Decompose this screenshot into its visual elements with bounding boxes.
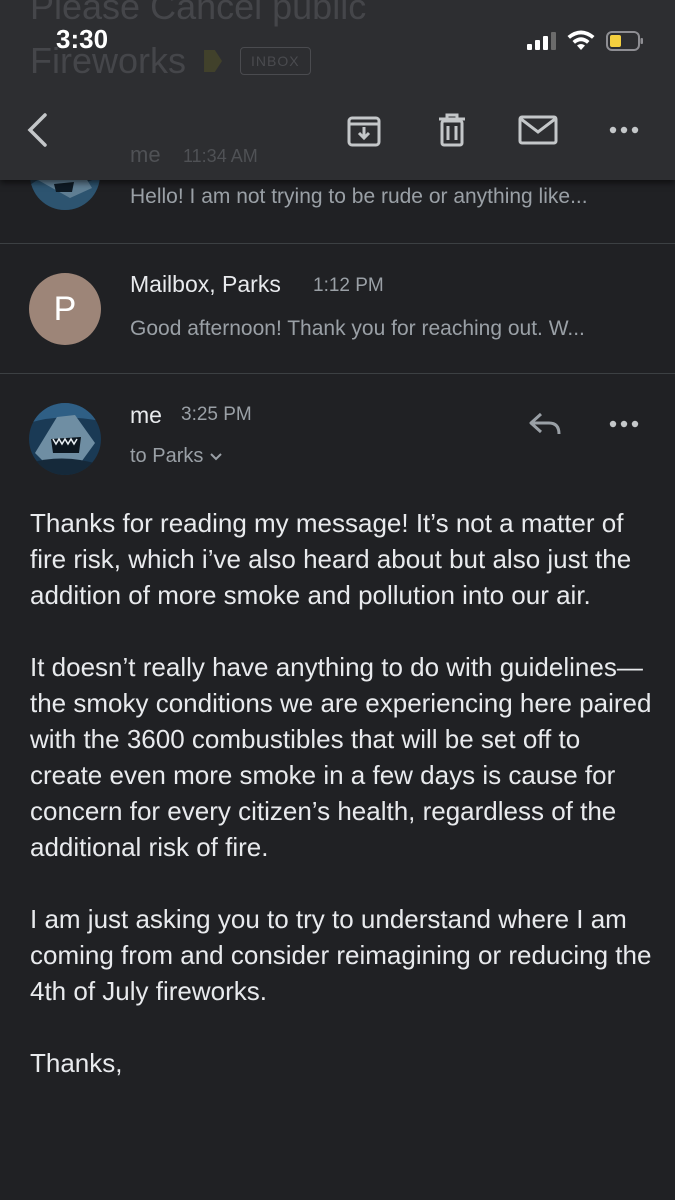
- recipients-label: to Parks: [130, 445, 204, 467]
- status-bar: 3:30: [0, 0, 675, 84]
- avatar: P: [29, 273, 101, 345]
- avatar: [29, 403, 101, 475]
- mail-icon: [518, 115, 558, 145]
- sender-name: Mailbox, Parks: [130, 271, 281, 297]
- toolbar: [0, 100, 675, 160]
- message-time: 1:12 PM: [313, 275, 384, 296]
- thread-message-collapsed[interactable]: P Mailbox, Parks 1:12 PM Good afternoon!…: [0, 244, 675, 374]
- recipients-toggle[interactable]: to Parks: [130, 445, 223, 468]
- back-arrow-icon: [27, 113, 47, 147]
- thread-message-collapsed[interactable]: Hello! I am not trying to be rude or any…: [0, 140, 675, 244]
- app-header: Please Cancel public Fireworks INBOX 3:3…: [0, 0, 675, 180]
- body-paragraph: Thanks,: [30, 1048, 123, 1078]
- more-horizontal-icon: [609, 420, 639, 428]
- body-paragraph: Thanks for reading my message! It’s not …: [30, 508, 632, 610]
- trash-icon: [439, 113, 465, 147]
- message-more-button[interactable]: [602, 404, 646, 444]
- archive-button[interactable]: [342, 108, 386, 152]
- message-body: Thanks for reading my message! It’s not …: [30, 505, 655, 1117]
- reply-button[interactable]: [523, 404, 567, 444]
- message-time: 3:25 PM: [181, 404, 252, 425]
- message-preview: Good afternoon! Thank you for reaching o…: [130, 317, 585, 340]
- reply-icon: [529, 412, 561, 435]
- sender-name: me: [130, 402, 162, 428]
- status-time: 3:30: [56, 24, 109, 54]
- chevron-down-icon: [210, 452, 223, 460]
- body-paragraph: It doesn’t really have anything to do wi…: [30, 652, 652, 862]
- more-horizontal-icon: [609, 126, 639, 134]
- mark-unread-button[interactable]: [516, 108, 560, 152]
- message-header: me 3:25 PM to Parks: [0, 374, 675, 494]
- wifi-icon: [567, 30, 595, 50]
- more-options-button[interactable]: [602, 108, 646, 152]
- body-paragraph: I am just asking you to try to understan…: [30, 904, 652, 1006]
- delete-button[interactable]: [430, 108, 474, 152]
- back-button[interactable]: [16, 108, 60, 152]
- signal-icon: [527, 30, 556, 50]
- battery-icon: [606, 31, 643, 51]
- message-preview: Hello! I am not trying to be rude or any…: [130, 185, 588, 208]
- archive-icon: [347, 116, 381, 147]
